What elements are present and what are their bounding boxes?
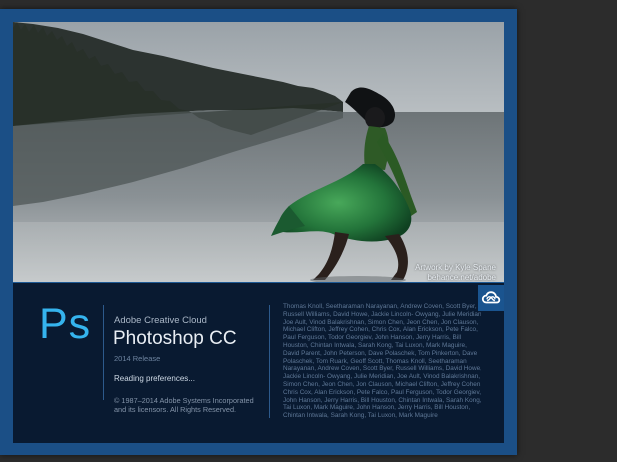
credits-line: Thomas Knoll, Seetharaman Narayanan, And…: [283, 303, 477, 310]
copyright-line: © 1987–2014 Adobe Systems Incorporated: [114, 396, 254, 405]
credits-line: Russell Williams, David Howe, Jackie Lin…: [283, 310, 481, 318]
credits-line: Simon Chen, Jeon Chen, Jon Clauson, Mich…: [283, 380, 481, 388]
credits-line: Houston, Chintan Intwala, Sarah Kong, Ta…: [283, 341, 467, 349]
credits-list: Thomas Knoll, Seetharaman Narayanan, And…: [283, 303, 481, 420]
splash-screen: Artwork by Kyle Spane behance.net/adobe …: [0, 9, 517, 455]
creative-cloud-icon: [478, 285, 504, 311]
copyright-line: and its licensors. All Rights Reserved.: [114, 405, 237, 414]
splash-info-panel: Ps Adobe Creative Cloud Photoshop CC 201…: [13, 282, 504, 443]
credits-line: David Parent, John Peterson, Dave Polasc…: [283, 349, 478, 357]
release-label: 2014 Release: [114, 354, 161, 363]
loading-status: Reading preferences...: [114, 374, 195, 383]
credits-line: Chris Cox, Alan Erickson, Pete Falco, Pa…: [283, 388, 481, 396]
credits-line: Michael Clifton, Jeffrey Cohen, Chris Co…: [283, 326, 478, 334]
suite-name: Adobe Creative Cloud: [114, 315, 207, 326]
page: Artwork by Kyle Spane behance.net/adobe …: [0, 0, 617, 462]
product-name: Photoshop CC: [113, 328, 237, 349]
divider-right: [269, 305, 270, 418]
credits-line: Narayanan, Andrew Coven, Scott Byer, Rus…: [283, 365, 481, 373]
credits-line: Paul Ferguson, Todor Georgiev, John Hans…: [283, 334, 462, 342]
splash-content: Artwork by Kyle Spane behance.net/adobe …: [13, 22, 504, 443]
divider-left: [103, 305, 104, 400]
credits-line: Joe Ault, Vinod Balakrishnan, Simon Chen…: [283, 318, 479, 326]
credits-line: Polaschek, Tom Ruark, Geoff Scott, Thoma…: [283, 357, 467, 365]
credits-line: John Hanson, Jerry Harris, Bill Houston,…: [283, 396, 481, 404]
artwork-credit: Artwork by Kyle Spane behance.net/adobe: [415, 263, 496, 282]
copyright-notice: © 1987–2014 Adobe Systems Incorporated a…: [114, 396, 254, 414]
credits-line: Jackie Lincoln- Owyang, Julie Meridian, …: [283, 373, 481, 381]
credits-line: Tai Luxon, Mark Maguire, John Hanson, Je…: [283, 404, 471, 412]
credits-line: Chintan Intwala, Sarah Kong, Tai Luxon, …: [283, 412, 438, 420]
artwork-credit-name: Artwork by Kyle Spane: [415, 263, 496, 272]
photoshop-logo: Ps: [39, 300, 92, 348]
splash-artwork: Artwork by Kyle Spane behance.net/adobe: [13, 22, 504, 282]
artwork-credit-url: behance.net/adobe: [427, 272, 496, 282]
